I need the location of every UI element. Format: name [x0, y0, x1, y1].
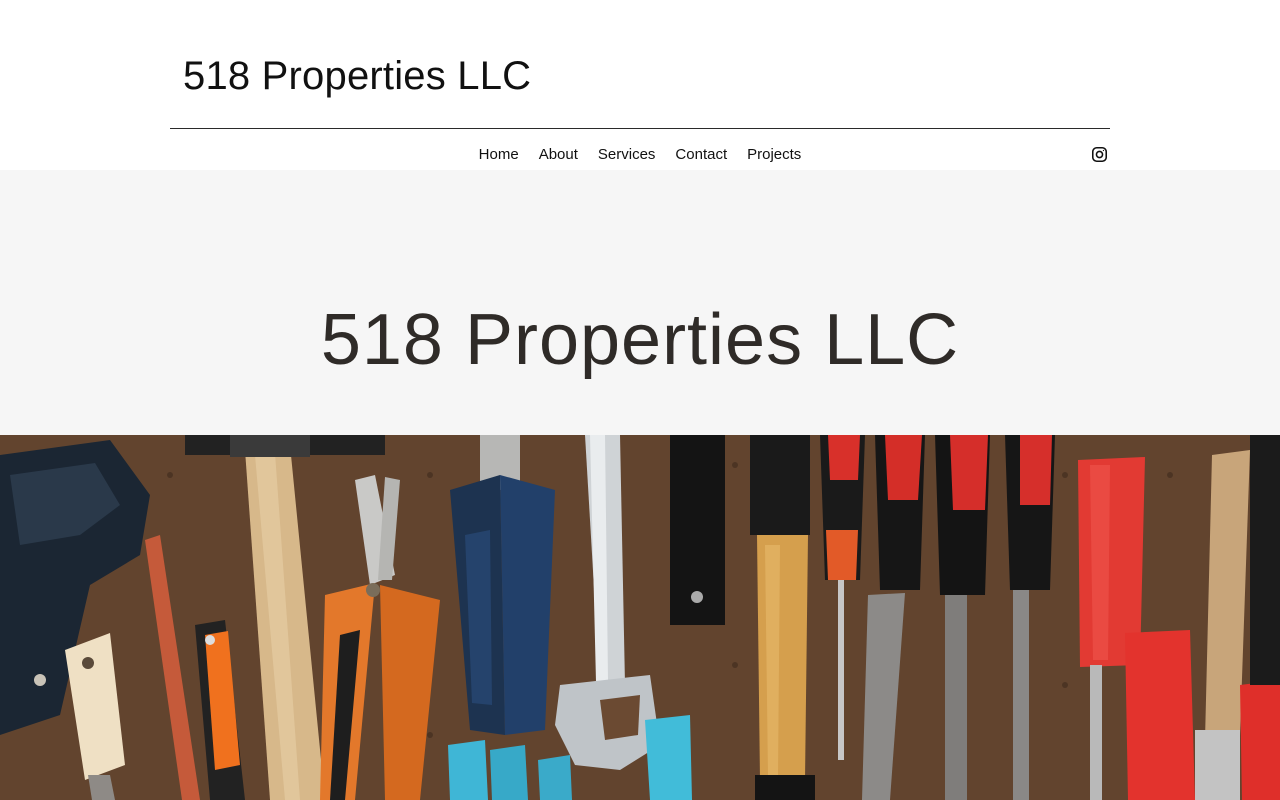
nav-services[interactable]: Services [598, 145, 656, 165]
tools-hero-image [0, 435, 1280, 800]
instagram-icon[interactable] [1091, 146, 1108, 163]
nav-home[interactable]: Home [479, 145, 519, 165]
nav-contact[interactable]: Contact [675, 145, 727, 165]
nav-projects[interactable]: Projects [747, 145, 801, 165]
header-divider [170, 128, 1110, 129]
nav-about[interactable]: About [539, 145, 578, 165]
main-nav: Home About Services Contact Projects [0, 145, 1280, 165]
site-title[interactable]: 518 Properties LLC [183, 52, 531, 100]
site-header: 518 Properties LLC Home About Services C… [0, 0, 1280, 170]
hero-title: 518 Properties LLC [320, 300, 960, 380]
